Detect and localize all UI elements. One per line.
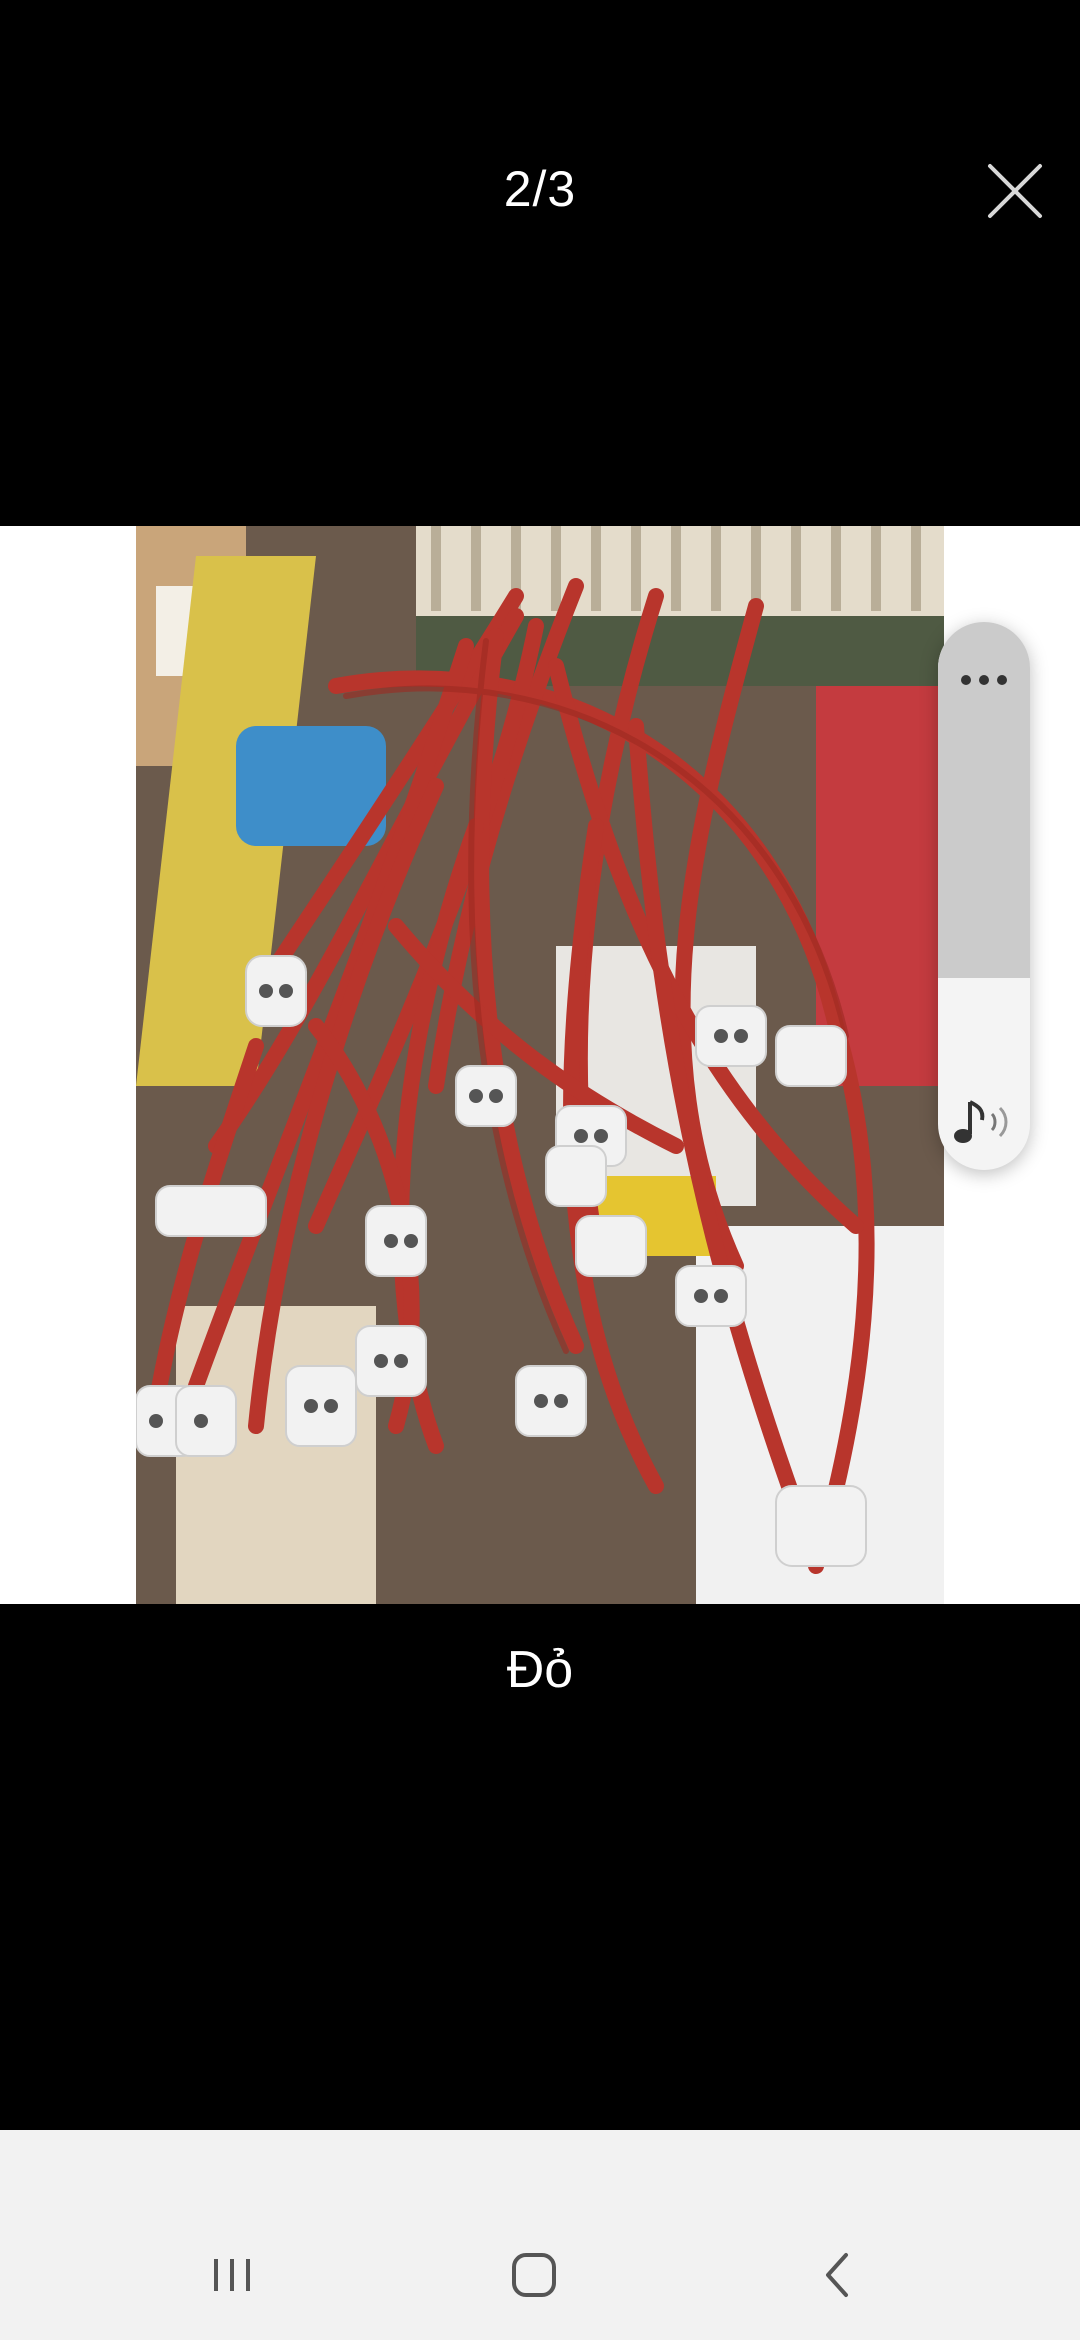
image-caption: Đỏ [506, 1641, 574, 1699]
more-options-button[interactable] [954, 650, 1014, 710]
close-button[interactable] [984, 160, 1046, 222]
recents-icon [214, 2259, 250, 2291]
photo-red-cables [136, 526, 944, 1604]
back-button[interactable] [808, 2245, 868, 2305]
photo[interactable] [136, 526, 944, 1604]
floating-side-panel [938, 622, 1030, 1170]
home-button[interactable] [504, 2245, 564, 2305]
back-icon [826, 2253, 848, 2297]
image-viewer-screen: 2/3 Đỏ [0, 0, 1080, 2340]
music-sound-icon [954, 1100, 1008, 1143]
close-icon [988, 164, 1042, 218]
image-counter: 2/3 [503, 161, 577, 217]
home-icon [512, 2253, 556, 2297]
more-horizontal-icon [961, 675, 1007, 685]
system-navigation-bar [0, 2130, 1080, 2340]
recents-button[interactable] [202, 2245, 262, 2305]
sound-button[interactable] [948, 1092, 1020, 1152]
